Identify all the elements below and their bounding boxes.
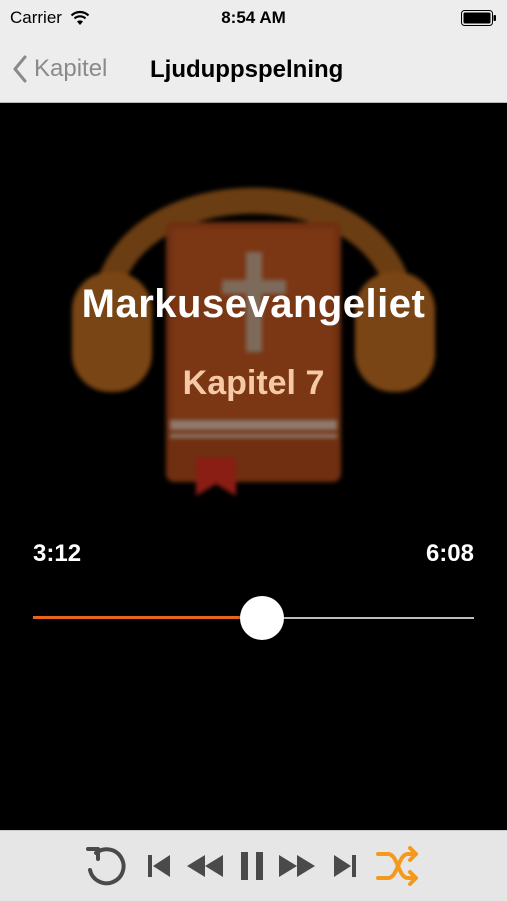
battery-icon (461, 10, 496, 26)
status-bar: Carrier 8:54 AM (0, 0, 507, 36)
chapter-title: Kapitel 7 (182, 364, 325, 402)
playback-toolbar (0, 830, 507, 901)
slider-fill (33, 616, 263, 619)
pause-button[interactable] (236, 843, 268, 889)
back-button-label: Kapitel (34, 55, 108, 82)
repeat-button[interactable] (80, 843, 130, 889)
elapsed-time: 3:12 (33, 540, 82, 567)
repeat-icon (86, 847, 126, 886)
status-time: 8:54 AM (221, 8, 286, 27)
skip-back-icon (148, 855, 170, 877)
skip-forward-icon (334, 855, 356, 877)
book-title: Markusevangeliet (81, 282, 426, 326)
chevron-left-icon (13, 55, 27, 83)
playback-slider[interactable] (33, 596, 474, 640)
total-time: 6:08 (425, 540, 474, 567)
skip-forward-button[interactable] (330, 843, 360, 889)
rewind-icon (187, 855, 223, 877)
shuffle-button[interactable] (372, 843, 424, 889)
pause-icon (241, 852, 263, 880)
page-title: Ljuduppspelning (150, 56, 344, 83)
slider-thumb[interactable] (240, 596, 285, 640)
back-button[interactable]: Kapitel (12, 52, 107, 86)
shuffle-icon (376, 846, 418, 886)
fast-forward-button[interactable] (276, 843, 318, 889)
navigation-bar: Kapitel Ljuduppspelning (0, 36, 507, 103)
rewind-button[interactable] (184, 843, 226, 889)
fast-forward-icon (279, 855, 315, 877)
skip-back-button[interactable] (144, 843, 174, 889)
